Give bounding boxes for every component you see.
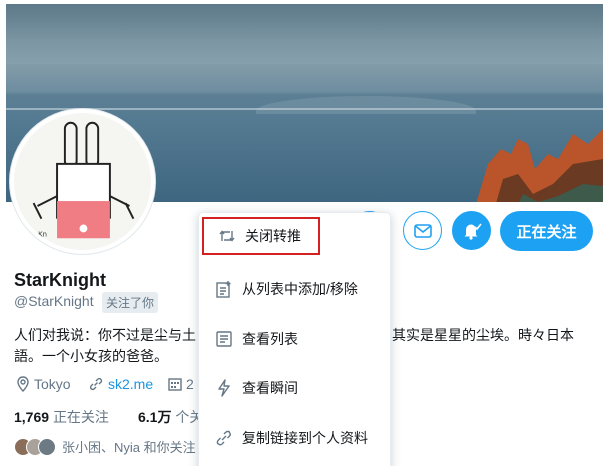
following-label: 正在关注 — [52, 409, 109, 425]
bio-line1-right: 其实是星星的尘埃。時々日本 — [392, 327, 574, 343]
following-stat[interactable]: 1,769 正在关注 — [14, 407, 109, 427]
profile-location: Tokyo — [16, 376, 71, 392]
message-button[interactable] — [403, 211, 442, 250]
following-button[interactable]: 正在关注 — [500, 211, 593, 251]
website-link[interactable]: sk2.me — [108, 376, 153, 392]
bio-line2: 語。一个小女孩的爸爸。 — [14, 348, 168, 364]
list-icon — [215, 330, 233, 348]
menu-item-label: 复制链接到个人资料 — [242, 430, 368, 446]
bell-icon — [464, 223, 482, 240]
mail-icon — [413, 223, 432, 238]
menu-item-add-remove-lists[interactable]: 从列表中添加/移除 — [199, 269, 390, 309]
profile-name: StarKnight — [14, 270, 106, 290]
following-count: 1,769 — [14, 409, 50, 425]
profile-joined: 2 — [168, 376, 194, 392]
svg-text:S.Kn: S.Kn — [32, 230, 47, 238]
followers-you-know[interactable]: 张小困、Nyia 和你关注 — [14, 437, 196, 456]
cliff-graphic — [476, 129, 603, 202]
menu-item-view-lists[interactable]: 查看列表 — [199, 319, 390, 359]
followers-you-know-text: 张小困、Nyia 和你关注 — [62, 440, 196, 455]
list-add-icon — [215, 280, 233, 298]
followers-stat[interactable]: 6.1万 个关 — [138, 407, 203, 427]
menu-item-turn-off-retweets[interactable]: 关闭转推 — [202, 217, 320, 255]
follows-you-badge: 关注了你 — [102, 292, 159, 313]
link-icon — [89, 377, 103, 391]
menu-item-copy-profile-link[interactable]: 复制链接到个人资料 — [199, 418, 390, 458]
profile-handle: @StarKnight — [14, 293, 94, 309]
location-text: Tokyo — [34, 376, 71, 392]
link-icon — [215, 429, 233, 447]
retweet-icon — [218, 227, 236, 245]
lightning-icon — [215, 379, 233, 397]
bio-line1-left: 人们对我说：你不过是尘与土 — [14, 327, 196, 343]
menu-item-label: 查看列表 — [242, 331, 298, 347]
menu-item-label: 关闭转推 — [245, 228, 301, 244]
followers-count: 6.1万 — [138, 409, 172, 425]
joined-text: 2 — [186, 376, 194, 392]
profile-dropdown-menu: 关闭转推 从列表中添加/移除 查看列表 查看瞬间 复制链接到个人资料 — [198, 212, 391, 466]
notifications-button[interactable] — [452, 211, 491, 250]
avatar[interactable]: S.Kn — [10, 109, 155, 254]
avatar-image: S.Kn — [14, 113, 151, 250]
menu-item-label: 从列表中添加/移除 — [242, 281, 358, 297]
calendar-icon — [168, 378, 182, 391]
location-icon — [17, 376, 29, 392]
menu-item-label: 查看瞬间 — [242, 380, 298, 396]
mini-avatar — [38, 437, 56, 456]
profile-website[interactable]: sk2.me — [88, 376, 153, 392]
menu-item-view-moments[interactable]: 查看瞬间 — [199, 368, 390, 408]
